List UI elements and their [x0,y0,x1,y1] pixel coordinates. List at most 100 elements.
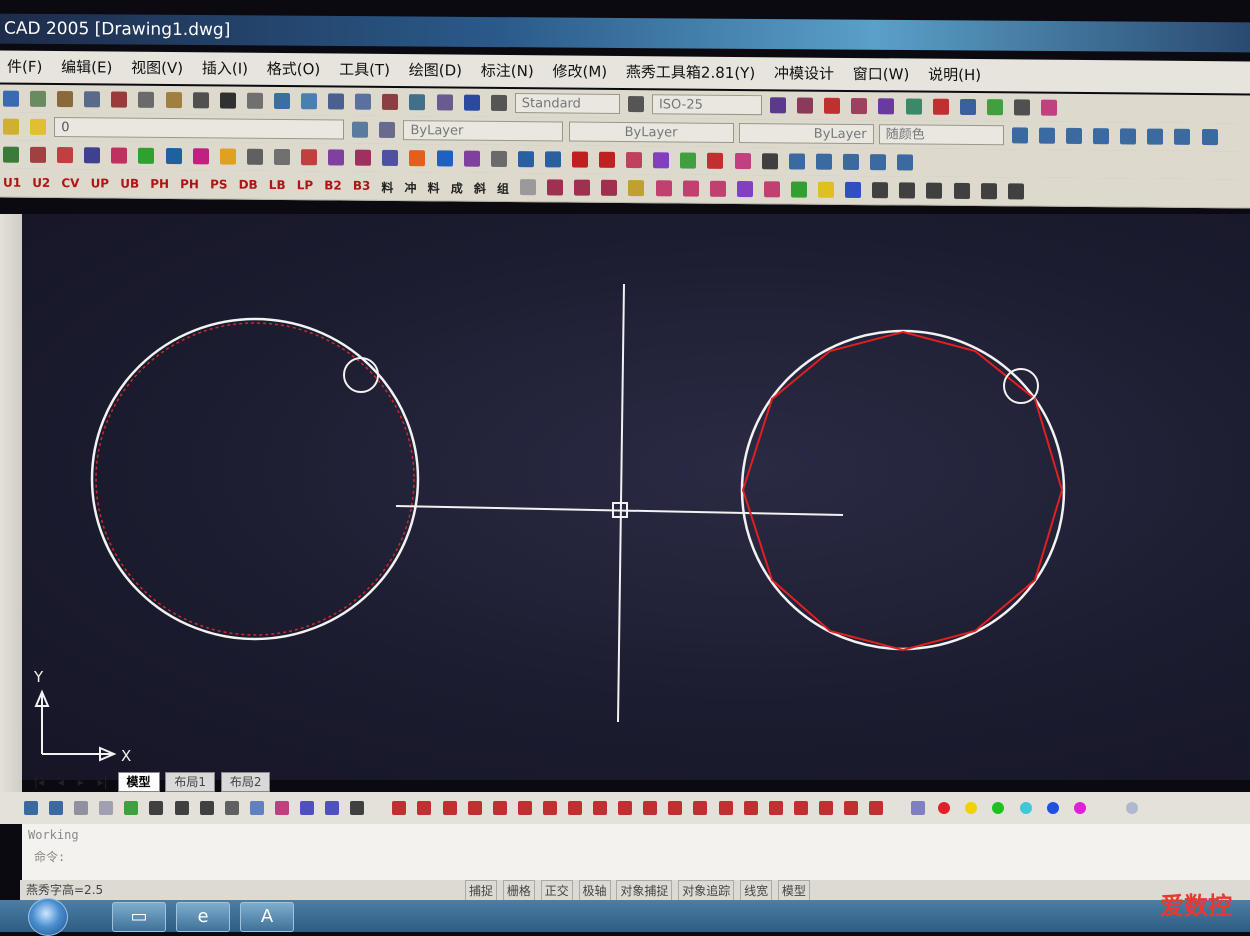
bottom-tool-26-icon[interactable] [668,801,683,815]
bottom-tool-1-icon[interactable] [24,801,38,815]
color-cyan-swatch[interactable] [1019,802,1032,814]
move-icon[interactable] [138,147,155,164]
bottom-tool-29-icon[interactable] [743,801,758,815]
bottom-tool-5-icon[interactable] [124,801,139,815]
bottom-tool-30-icon[interactable] [768,801,783,815]
bottom-tool-8-icon[interactable] [199,801,214,815]
menu-edit[interactable]: 编辑(E) [54,51,119,84]
menu-yanxiu-toolbox[interactable]: 燕秀工具箱2.81(Y) [619,56,762,89]
taskbar-ie-icon[interactable]: e [176,902,230,932]
view-iso-2-icon[interactable] [707,152,724,169]
yanxiu-tool-4-icon[interactable] [905,98,922,115]
menu-dimension[interactable]: 标注(N) [474,55,541,88]
bottom-tool-15-icon[interactable] [392,801,407,815]
view-iso-icon[interactable] [680,152,697,169]
dim-style-select[interactable]: ISO-25 [651,94,762,116]
draw-tool-9-icon[interactable] [763,181,780,198]
right-tool-circle[interactable] [1003,368,1039,404]
fillet-icon[interactable] [355,149,372,166]
tool-label[interactable]: PH [180,177,199,191]
bottom-tool-2-icon[interactable] [49,801,64,815]
bottom-tool-27-icon[interactable] [693,801,708,815]
tool-label[interactable]: UB [120,177,139,191]
tab-next-icon[interactable]: ▸ [74,773,88,791]
view-back-icon[interactable] [653,152,670,169]
tool-label[interactable]: 料 [381,179,393,196]
bottom-tool-16-icon[interactable] [417,801,432,815]
model-toggle[interactable]: 模型 [777,880,810,902]
lineweight-toggle[interactable]: 线宽 [740,880,773,902]
bottom-tool-17-icon[interactable] [442,801,457,815]
tab-model[interactable]: 模型 [117,772,160,792]
bottom-tool-11-icon[interactable] [274,801,289,815]
left-tool-circle[interactable] [343,357,379,393]
draw-tool-11-icon[interactable] [818,181,835,198]
grid-tool-icon[interactable] [520,179,537,196]
circle-icon[interactable] [1007,183,1024,200]
yanxiu-tool-7-icon[interactable] [986,99,1003,116]
ucs-view-icon[interactable] [870,154,886,171]
menu-help[interactable]: 说明(H) [921,59,988,92]
view-front-icon[interactable] [626,152,643,169]
view-right-icon[interactable] [599,151,616,168]
bottom-tool-19-icon[interactable] [492,801,507,815]
draw-tool-4-icon[interactable] [628,180,645,197]
yanxiu-tool-5-icon[interactable] [932,98,949,115]
offset-icon[interactable] [84,147,101,164]
menu-file[interactable]: 件(F) [0,51,49,83]
cut-icon[interactable] [111,91,128,108]
tool-label[interactable]: CV [61,176,79,190]
ucs-face-icon[interactable] [842,153,859,171]
publish-icon[interactable] [84,91,101,108]
bottom-tool-22-icon[interactable] [567,801,582,815]
ucs-object-icon[interactable] [815,153,832,170]
align-tool-icon[interactable] [797,97,814,114]
design-center-icon[interactable] [409,94,426,111]
menu-modify[interactable]: 修改(M) [545,55,614,88]
color-palette-icon[interactable] [911,801,926,815]
scale-icon[interactable] [192,148,209,165]
tool-label[interactable]: 斜 [474,180,486,197]
polygon-icon[interactable] [926,182,943,199]
break-icon[interactable] [301,149,318,166]
draw-tool-5-icon[interactable] [655,180,672,197]
layer-manager-icon[interactable] [3,118,19,135]
bottom-tool-32-icon[interactable] [818,801,833,815]
mirror-icon[interactable] [57,147,74,164]
taskbar-cad-icon[interactable]: A [240,902,294,932]
tool-label[interactable]: U2 [32,176,50,190]
tool-label[interactable]: LB [269,178,286,192]
arc-icon[interactable] [980,183,997,200]
properties-icon[interactable] [382,93,399,111]
bottom-tool-20-icon[interactable] [517,801,532,815]
draw-tool-10-icon[interactable] [791,181,808,198]
redo-icon[interactable] [246,92,263,109]
layer-select[interactable]: 0 [54,117,345,140]
bottom-tool-21-icon[interactable] [542,801,557,815]
command-prompt[interactable]: 命令: [22,846,1250,868]
color-magenta-swatch[interactable] [1073,802,1086,814]
draw-tool-2-icon[interactable] [574,179,591,196]
draw-tool-1-icon[interactable] [547,179,564,196]
chamfer-icon[interactable] [328,149,345,166]
array-icon[interactable] [111,147,128,164]
view-top-icon[interactable] [517,151,534,168]
tool-label[interactable]: UP [91,176,110,190]
osnap-midpoint-icon[interactable] [436,150,453,167]
tab-layout1[interactable]: 布局1 [165,772,216,792]
taskbar-explorer-icon[interactable]: ▭ [112,902,166,932]
tool-label[interactable]: PS [210,177,227,191]
tool-label[interactable]: 组 [497,180,509,197]
color-white-swatch[interactable] [1125,802,1138,814]
tool-label[interactable]: DB [239,178,258,192]
bottom-tool-24-icon[interactable] [618,801,633,815]
pan-icon[interactable] [273,92,290,110]
color-select[interactable]: ByLayer [403,120,564,142]
bottom-tool-13-icon[interactable] [325,801,340,815]
bottom-tool-10-icon[interactable] [249,801,264,815]
right-workpiece-circle[interactable] [740,329,1066,651]
yanxiu-tool-2-icon[interactable] [851,97,868,115]
drawing-area[interactable]: Y X [0,214,1250,780]
dim-aligned-icon[interactable] [1038,127,1055,144]
bottom-tool-7-icon[interactable] [174,801,189,815]
